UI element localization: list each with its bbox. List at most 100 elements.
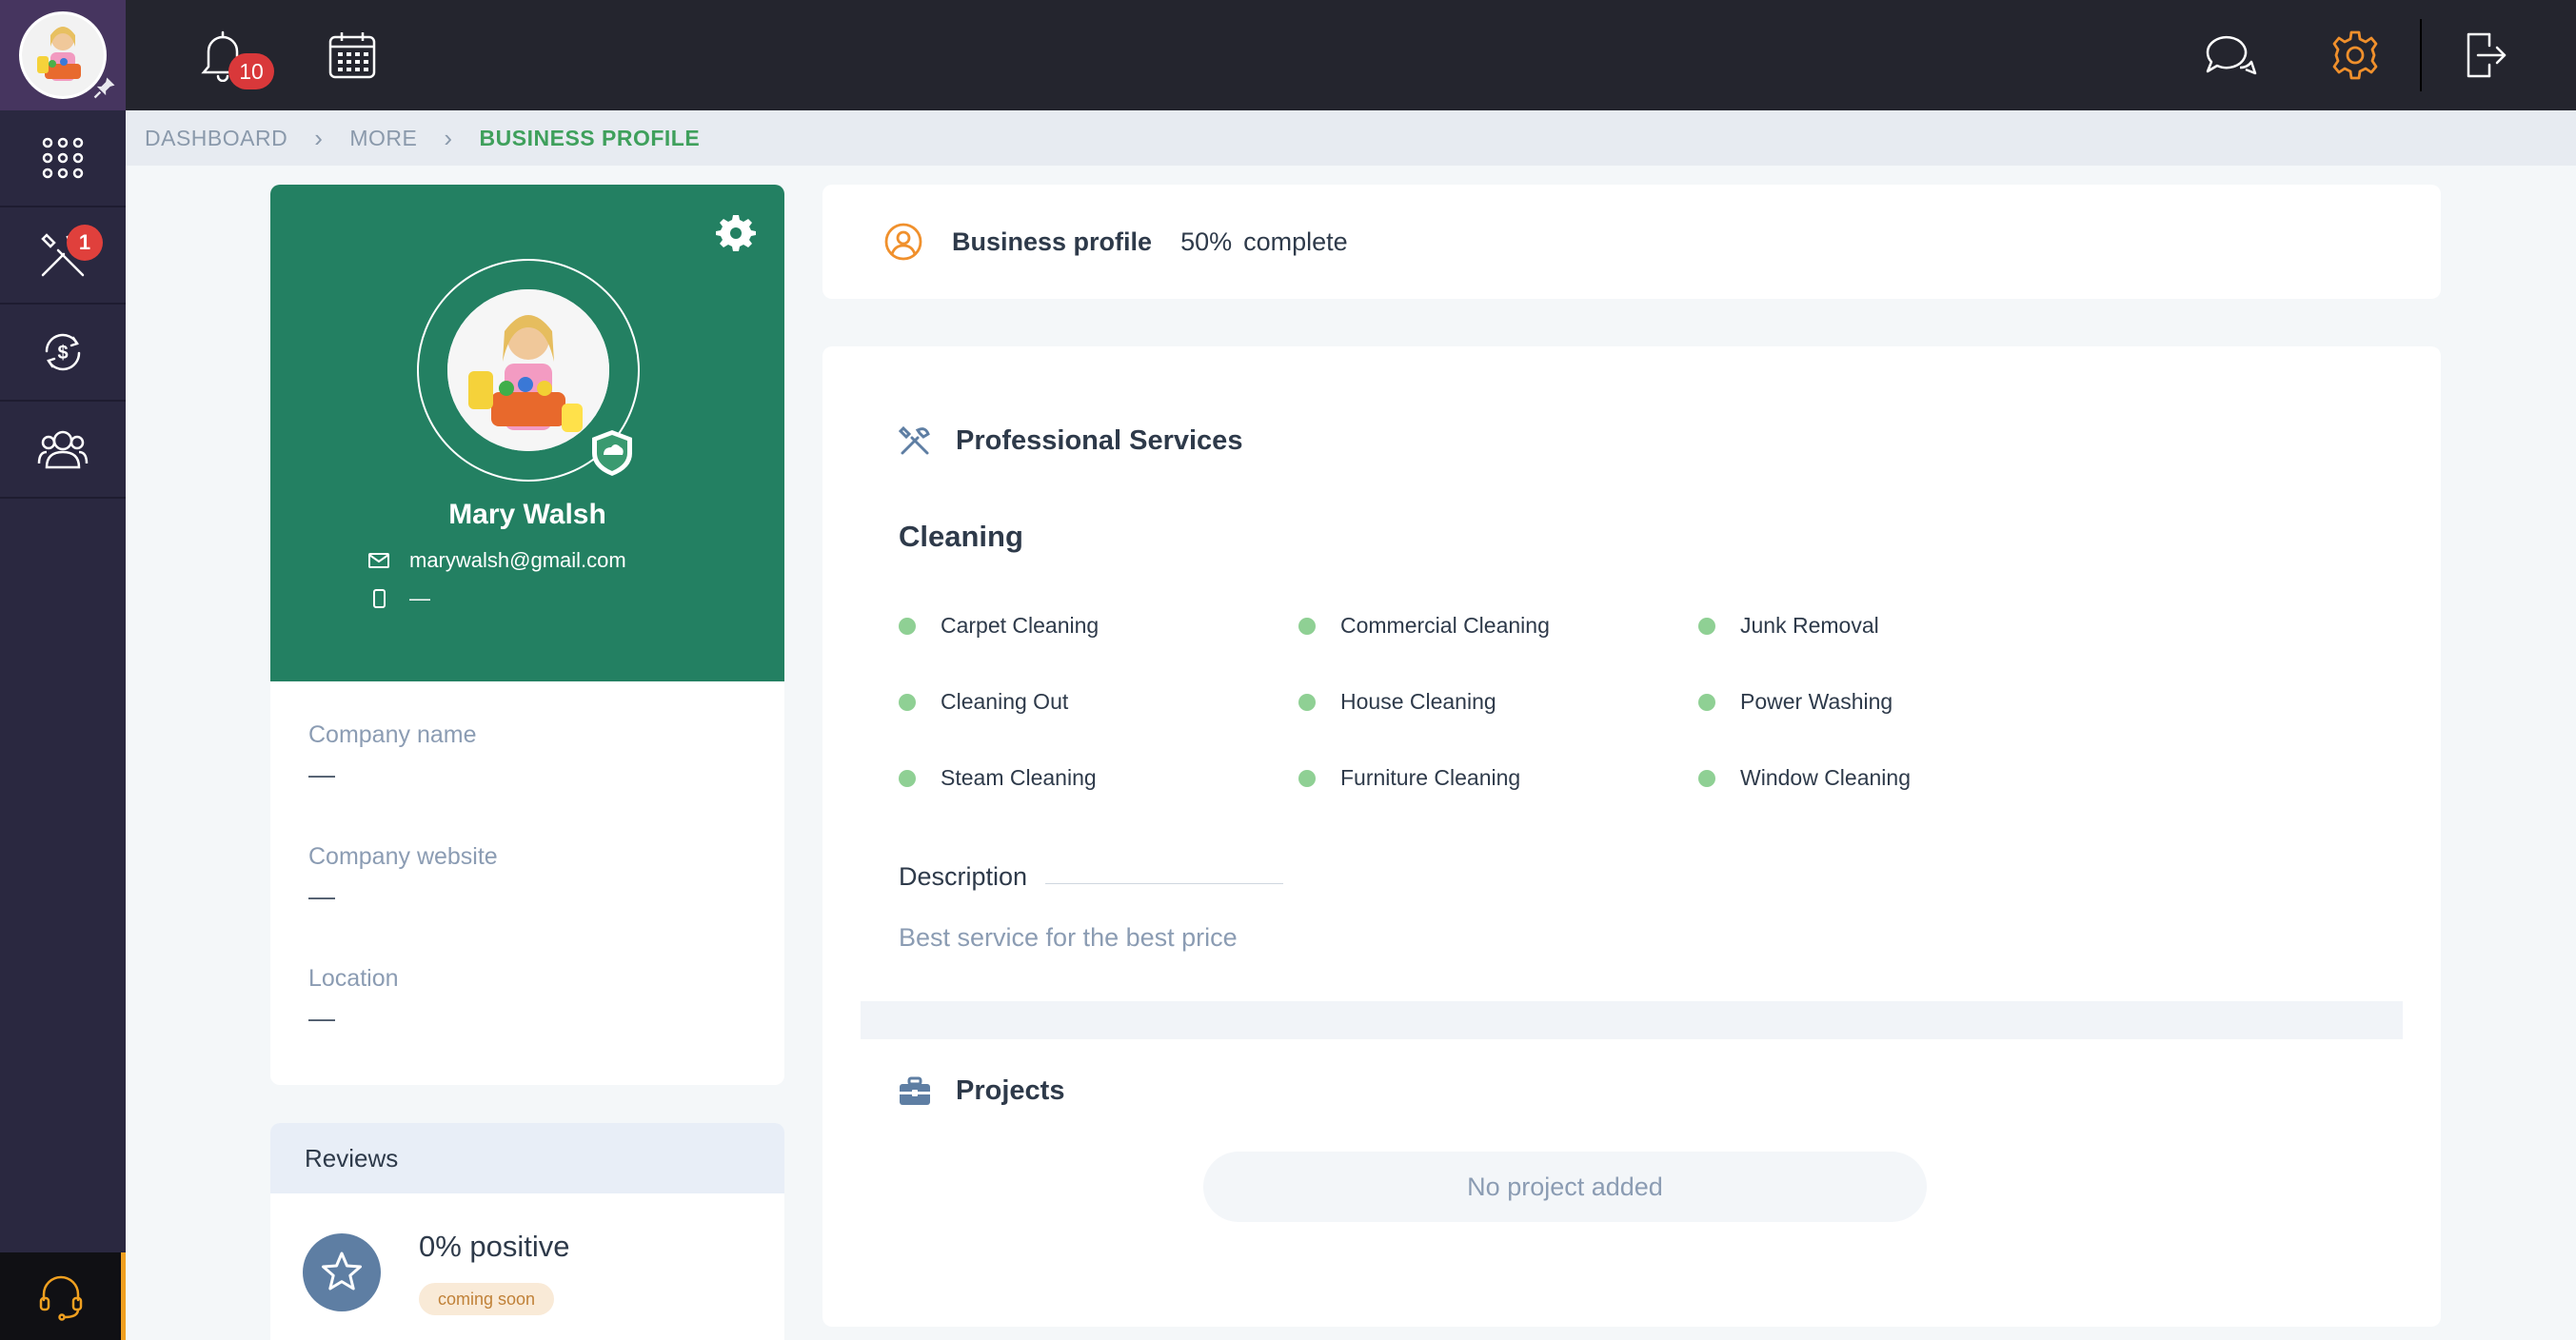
chevron-right-icon: › xyxy=(314,123,324,152)
pin-icon[interactable] xyxy=(91,74,118,101)
service-label: Junk Removal xyxy=(1740,613,1879,638)
grid-icon xyxy=(42,137,84,179)
review-star-badge xyxy=(303,1233,381,1311)
users-icon xyxy=(37,430,89,469)
status-dot xyxy=(1298,693,1316,711)
service-label: Furniture Cleaning xyxy=(1340,765,1521,790)
service-label: Steam Cleaning xyxy=(941,765,1097,790)
breadcrumb: DASHBOARD › MORE › BUSINESS PROFILE xyxy=(126,110,2576,166)
notification-badge: 10 xyxy=(228,53,274,89)
status-dot xyxy=(1298,617,1316,635)
service-label: Power Washing xyxy=(1740,689,1893,714)
briefcase-icon xyxy=(900,1076,930,1105)
topbar-divider xyxy=(2420,19,2422,91)
status-dot xyxy=(1698,693,1715,711)
breadcrumb-more[interactable]: MORE xyxy=(349,126,417,151)
profile-email-row: marywalsh@gmail.com xyxy=(367,548,626,573)
sidebar-item-services[interactable]: 1 xyxy=(0,207,126,305)
breadcrumb-dashboard[interactable]: DASHBOARD xyxy=(145,126,287,151)
coming-soon-badge: coming soon xyxy=(419,1283,555,1315)
service-item: Steam Cleaning xyxy=(899,765,1097,791)
location-value: — xyxy=(308,1003,335,1033)
service-label: House Cleaning xyxy=(1340,689,1496,714)
calendar-button[interactable] xyxy=(322,25,383,86)
section-separator xyxy=(861,1001,2403,1039)
company-info-card: Company name — Company website — Locatio… xyxy=(270,681,784,1085)
user-photo-icon xyxy=(447,289,609,451)
projects-header: Projects xyxy=(899,1075,1064,1107)
company-website-label: Company website xyxy=(308,843,498,870)
chevron-right-icon: › xyxy=(444,123,453,152)
status-dot xyxy=(1298,769,1316,787)
projects-title: Projects xyxy=(956,1075,1065,1106)
company-name-value: — xyxy=(308,759,335,789)
services-badge: 1 xyxy=(67,225,103,261)
status-dot xyxy=(899,617,916,635)
gear-icon xyxy=(2332,30,2378,80)
service-label: Window Cleaning xyxy=(1740,765,1911,790)
status-dot xyxy=(899,693,916,711)
service-item: Power Washing xyxy=(1698,689,1892,715)
verified-shield-icon xyxy=(592,430,632,476)
service-item: Carpet Cleaning xyxy=(899,613,1099,639)
settings-button[interactable] xyxy=(2325,25,2386,86)
completion-title: Business profile xyxy=(952,227,1153,256)
description-divider xyxy=(1045,883,1283,884)
left-sidebar: 1 $ xyxy=(0,0,126,1340)
profile-settings-button[interactable] xyxy=(716,213,756,258)
reviews-card: Reviews 0% positive coming soon xyxy=(270,1123,784,1340)
profile-email: marywalsh@gmail.com xyxy=(409,548,626,572)
service-item: House Cleaning xyxy=(1298,689,1496,715)
headset-icon xyxy=(39,1275,82,1321)
support-button[interactable] xyxy=(0,1252,126,1340)
location-label: Location xyxy=(308,965,399,992)
phone-icon xyxy=(373,589,386,608)
sidebar-item-apps[interactable] xyxy=(0,110,126,207)
status-dot xyxy=(1698,769,1715,787)
breadcrumb-business-profile: BUSINESS PROFILE xyxy=(479,125,701,150)
company-name-label: Company name xyxy=(308,721,477,748)
profile-avatar[interactable] xyxy=(447,289,609,451)
profile-phone-row: — xyxy=(367,586,430,611)
profile-name: Mary Walsh xyxy=(448,499,606,530)
profile-phone: — xyxy=(409,586,430,610)
mail-icon xyxy=(368,553,389,568)
tools-icon xyxy=(899,425,930,455)
reviews-positive: 0% positive xyxy=(419,1230,570,1263)
service-label: Carpet Cleaning xyxy=(941,613,1100,638)
service-item: Junk Removal xyxy=(1698,613,1879,639)
user-circle-icon xyxy=(884,223,922,261)
sidebar-avatar-area[interactable] xyxy=(0,0,126,110)
professional-services-header: Professional Services xyxy=(899,424,1242,457)
completion-percent: 50% xyxy=(1180,227,1233,256)
gear-icon xyxy=(716,215,756,251)
sidebar-item-payments[interactable]: $ xyxy=(0,305,126,402)
logout-icon xyxy=(2467,32,2507,78)
service-item: Commercial Cleaning xyxy=(1298,613,1550,639)
service-item: Furniture Cleaning xyxy=(1298,765,1520,791)
services-card: Professional Services Cleaning Carpet Cl… xyxy=(822,346,2441,1327)
description-label: Description xyxy=(899,862,1028,891)
calendar-icon xyxy=(328,32,376,79)
profile-card: Mary Walsh marywalsh@gmail.com — xyxy=(270,185,784,681)
service-label: Cleaning Out xyxy=(941,689,1069,714)
description-text: Best service for the best price xyxy=(899,923,1238,952)
logout-button[interactable] xyxy=(2454,25,2515,86)
service-item: Window Cleaning xyxy=(1698,765,1911,791)
professional-services-title: Professional Services xyxy=(956,424,1243,456)
star-icon xyxy=(322,1251,362,1291)
status-dot xyxy=(899,769,916,787)
dollar-cycle-icon: $ xyxy=(45,333,81,371)
completion-suffix: complete xyxy=(1243,227,1348,256)
service-label: Commercial Cleaning xyxy=(1340,613,1550,638)
service-item: Cleaning Out xyxy=(899,689,1068,715)
top-bar: 10 xyxy=(126,0,2576,110)
sidebar-item-team[interactable] xyxy=(0,402,126,499)
no-project-placeholder: No project added xyxy=(1203,1152,1927,1222)
service-category-title: Cleaning xyxy=(899,520,1023,553)
profile-completion-card: Business profile 50% complete xyxy=(822,185,2441,299)
chat-button[interactable] xyxy=(2199,25,2260,86)
status-dot xyxy=(1698,617,1715,635)
reviews-title: Reviews xyxy=(270,1123,784,1193)
chat-icon xyxy=(2206,35,2257,75)
